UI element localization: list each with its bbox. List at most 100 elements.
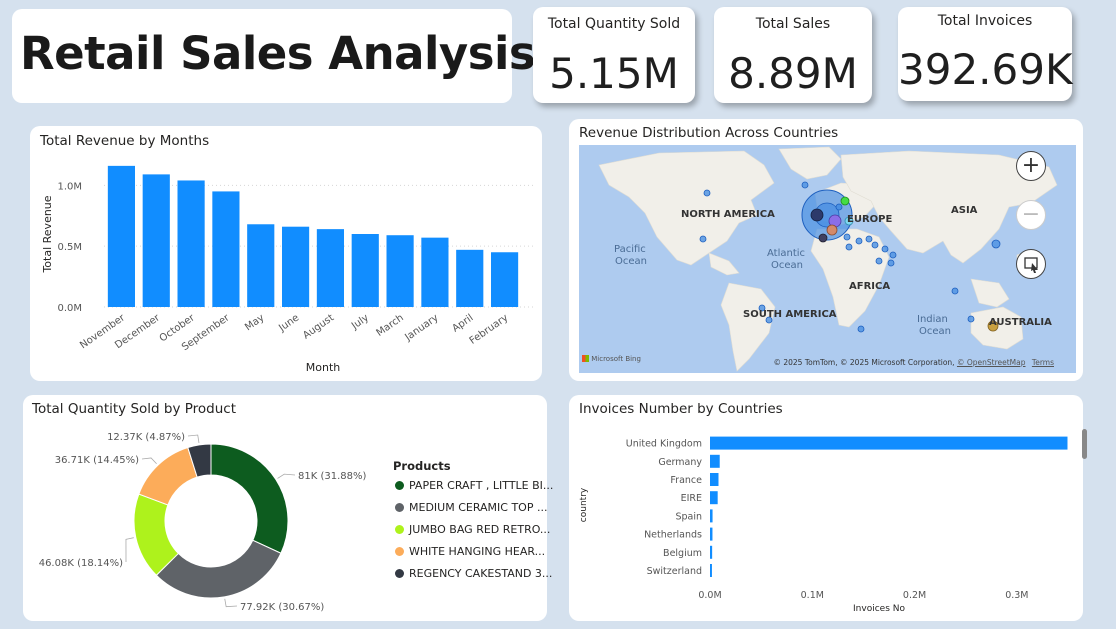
x-axis-title: Invoices No bbox=[853, 604, 905, 614]
invoice-bar[interactable] bbox=[710, 491, 718, 505]
x-tick-label: August bbox=[301, 312, 336, 341]
revenue-bar[interactable] bbox=[142, 174, 170, 307]
legend-item[interactable]: MEDIUM CERAMIC TOP ... bbox=[395, 501, 547, 514]
x-tick-label: 0.3M bbox=[1005, 590, 1028, 601]
slice-leader-line bbox=[187, 434, 200, 443]
slice-leader-line bbox=[125, 537, 134, 563]
legend-title: Products bbox=[393, 459, 451, 473]
map-visual[interactable]: Revenue Distribution Across Countries NO… bbox=[569, 119, 1083, 381]
title-card: Retail Sales Analysis bbox=[12, 9, 536, 103]
kpi-card-sales[interactable]: Total Sales 8.89M bbox=[714, 7, 872, 103]
page-title: Retail Sales Analysis bbox=[20, 27, 536, 80]
x-tick-label: April bbox=[450, 312, 475, 334]
osm-link[interactable]: © OpenStreetMap bbox=[957, 358, 1026, 367]
continent-label: EUROPE bbox=[847, 214, 893, 225]
legend-label: WHITE HANGING HEAR... bbox=[409, 545, 546, 558]
microsoft-icon bbox=[582, 355, 589, 362]
zoom-in-button[interactable]: + bbox=[1016, 151, 1046, 181]
continent-label: AFRICA bbox=[849, 281, 891, 292]
revenue-bar[interactable] bbox=[456, 249, 484, 307]
kpi-label: Total Sales bbox=[755, 16, 831, 32]
kpi-value: 5.15M bbox=[549, 49, 679, 98]
revenue-by-month-visual[interactable]: Total Revenue by Months 0.0M 0.5M 1.0M Nove… bbox=[30, 126, 542, 381]
invoice-bar[interactable] bbox=[710, 454, 720, 468]
y-axis-title: country bbox=[579, 487, 589, 522]
slice-leader-line bbox=[224, 598, 238, 608]
legend-item[interactable]: PAPER CRAFT , LITTLE BI... bbox=[395, 479, 553, 492]
continent-label: ASIA bbox=[951, 205, 978, 216]
select-icon bbox=[1024, 257, 1038, 273]
y-tick-label: Germany bbox=[658, 457, 702, 468]
bing-logo: Microsoft Bing bbox=[582, 355, 641, 363]
invoice-bar[interactable] bbox=[710, 545, 713, 559]
x-tick-label: May bbox=[243, 312, 266, 333]
y-tick-label: United Kingdom bbox=[626, 439, 702, 450]
invoice-bar[interactable] bbox=[710, 436, 1068, 450]
y-tick-label: Netherlands bbox=[644, 530, 702, 541]
legend-swatch bbox=[395, 481, 404, 490]
legend-swatch bbox=[395, 503, 404, 512]
slice-leader-line bbox=[277, 473, 296, 479]
kpi-label: Total Quantity Sold bbox=[547, 16, 681, 32]
donut-slice[interactable] bbox=[155, 539, 282, 599]
revenue-bar-chart: 0.0M0.5M1.0MNovemberDecemberOctoberSepte… bbox=[41, 165, 534, 374]
slice-leader-line bbox=[141, 457, 157, 465]
y-axis-title: Total Revenue bbox=[41, 195, 54, 273]
invoice-bar[interactable] bbox=[710, 527, 713, 541]
invoices-bar-chart: United Kingdom Germany France EIRE Spain Neth… bbox=[579, 436, 1068, 614]
y-tick-label: 0.5M bbox=[57, 242, 82, 253]
visual-title: Revenue Distribution Across Countries bbox=[579, 125, 839, 141]
kpi-card-quantity[interactable]: Total Quantity Sold 5.15M bbox=[533, 7, 695, 103]
invoices-by-country-visual[interactable]: Invoices Number by Countries United King… bbox=[569, 395, 1087, 621]
donut-slice[interactable] bbox=[210, 443, 289, 554]
kpi-card-invoices[interactable]: Total Invoices 392.69K bbox=[898, 7, 1073, 101]
legend-label: PAPER CRAFT , LITTLE BI... bbox=[409, 479, 554, 492]
legend-swatch bbox=[395, 569, 404, 578]
revenue-bar[interactable] bbox=[177, 180, 205, 307]
continent-label: NORTH AMERICA bbox=[681, 209, 775, 220]
legend-swatch bbox=[395, 525, 404, 534]
scrollbar[interactable] bbox=[1082, 429, 1087, 459]
invoice-bar[interactable] bbox=[710, 564, 712, 577]
legend-item[interactable]: WHITE HANGING HEAR... bbox=[395, 545, 545, 558]
slice-data-label: 81K (31.88%) bbox=[298, 471, 366, 482]
world-map bbox=[598, 146, 1058, 372]
kpi-value: 392.69K bbox=[898, 45, 1073, 94]
invoice-bar[interactable] bbox=[710, 473, 719, 486]
continent-label: SOUTH AMERICA bbox=[743, 309, 837, 320]
kpi-label: Total Invoices bbox=[937, 13, 1033, 29]
revenue-bar[interactable] bbox=[212, 191, 240, 307]
y-tick-label: 0.0M bbox=[57, 303, 82, 314]
y-tick-label: Switzerland bbox=[647, 566, 702, 577]
invoice-bar[interactable] bbox=[710, 509, 713, 523]
quantity-by-product-visual[interactable]: Total Quantity Sold by Product 81K (31.8… bbox=[23, 395, 553, 621]
legend-swatch bbox=[395, 547, 404, 556]
x-tick-label: 0.2M bbox=[903, 590, 926, 601]
select-region-button[interactable] bbox=[1016, 249, 1046, 279]
revenue-bar[interactable] bbox=[421, 237, 449, 307]
revenue-bar[interactable] bbox=[107, 165, 136, 307]
ocean-label: Atlantic bbox=[767, 248, 806, 259]
map-canvas[interactable]: NORTH AMERICA EUROPE ASIA AFRICA SOUTH A… bbox=[579, 145, 1076, 373]
x-tick-label: February bbox=[468, 312, 511, 346]
x-tick-label: June bbox=[276, 312, 301, 334]
y-tick-label: 1.0M bbox=[57, 181, 82, 192]
revenue-bar[interactable] bbox=[316, 229, 345, 307]
revenue-bar[interactable] bbox=[281, 226, 310, 307]
revenue-bar[interactable] bbox=[386, 235, 414, 307]
revenue-bar[interactable] bbox=[351, 234, 379, 307]
revenue-bar[interactable] bbox=[490, 252, 519, 307]
x-tick-label: January bbox=[402, 312, 440, 343]
legend-item[interactable]: REGENCY CAKESTAND 3... bbox=[395, 567, 552, 580]
map-attribution: © 2025 TomTom, © 2025 Microsoft Corporat… bbox=[773, 358, 1054, 367]
slice-data-label: 46.08K (18.14%) bbox=[39, 558, 123, 569]
zoom-out-button[interactable]: − bbox=[1016, 200, 1046, 230]
revenue-bar[interactable] bbox=[247, 224, 275, 307]
legend-label: REGENCY CAKESTAND 3... bbox=[409, 567, 553, 580]
slice-data-label: 77.92K (30.67%) bbox=[240, 602, 324, 613]
y-tick-label: Belgium bbox=[663, 548, 702, 559]
donut-slice[interactable] bbox=[138, 446, 198, 506]
terms-link[interactable]: Terms bbox=[1032, 358, 1054, 367]
legend-item[interactable]: JUMBO BAG RED RETRO... bbox=[395, 523, 550, 536]
y-tick-label: Spain bbox=[675, 511, 702, 522]
